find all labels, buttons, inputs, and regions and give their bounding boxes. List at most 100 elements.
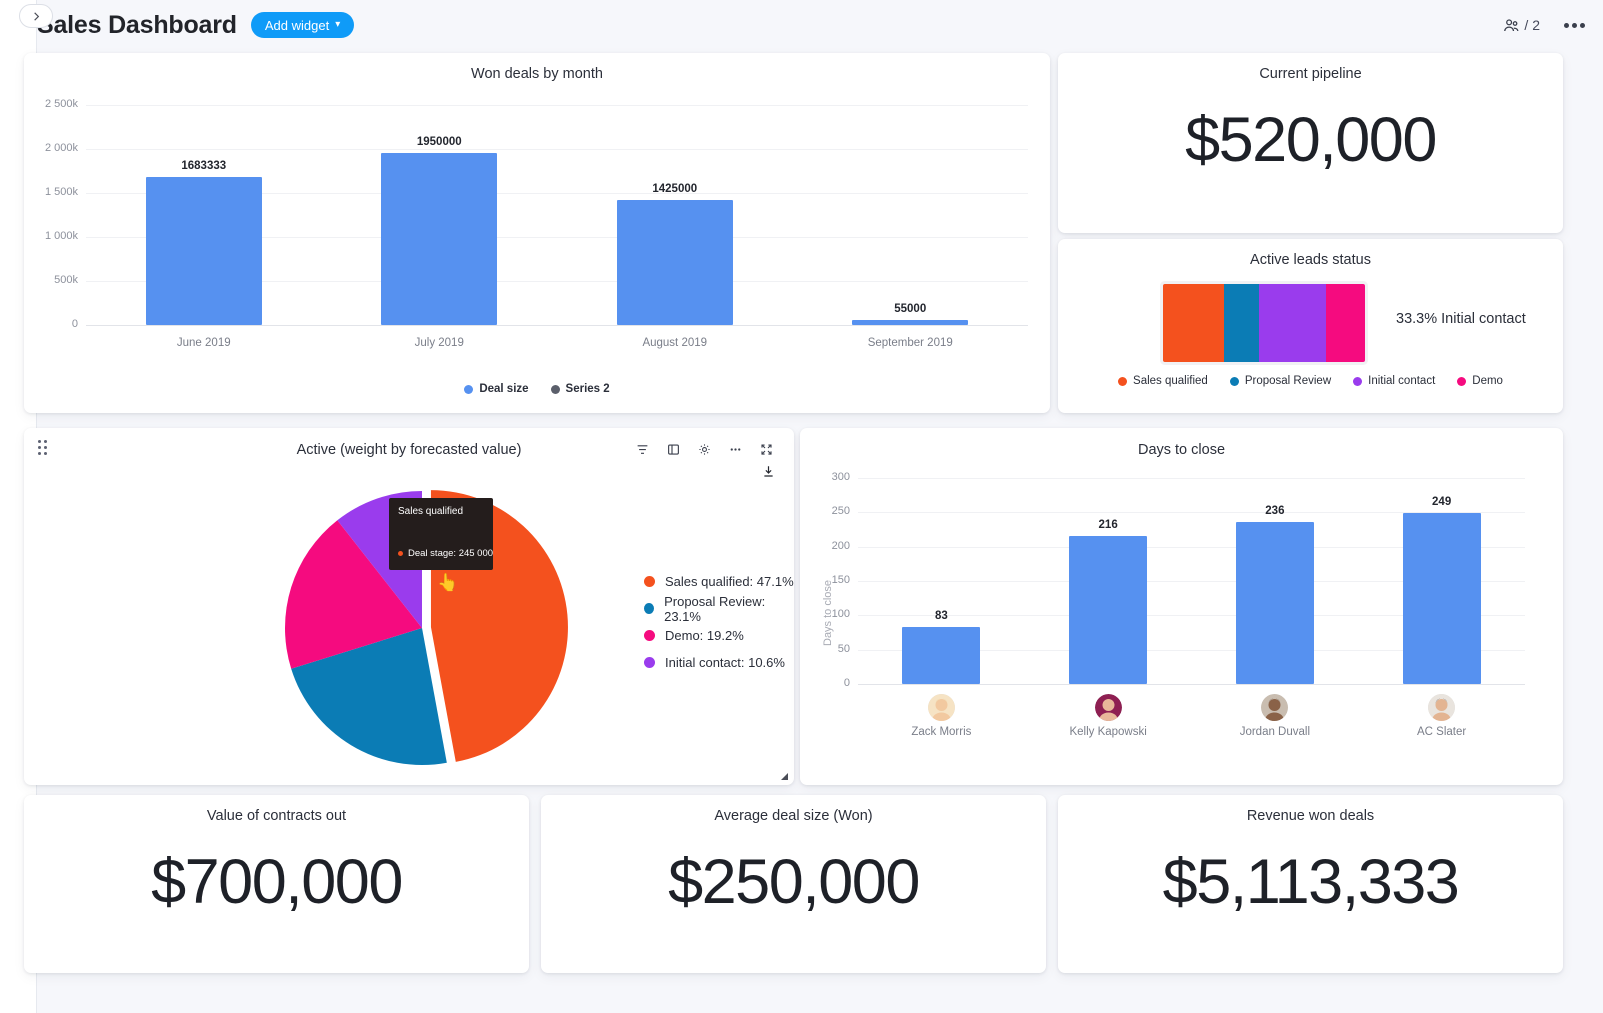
widget-active-leads-status: Active leads status 33.3% Initial contac…	[1058, 239, 1563, 413]
x-axis-category-label: Kelly Kapowski	[1018, 726, 1198, 738]
widget-title: Days to close	[800, 428, 1563, 458]
widget-title: Average deal size (Won)	[541, 795, 1046, 824]
y-axis-tick: 0	[30, 318, 78, 330]
leads-segment-2[interactable]	[1224, 284, 1259, 362]
leads-segment-4[interactable]	[1326, 284, 1365, 362]
won-deals-chart: 0500k1 000k1 500k2 000k2 500k1683333June…	[24, 83, 1050, 373]
x-axis-category-label: August 2019	[585, 337, 765, 349]
bar[interactable]	[1403, 513, 1481, 684]
x-axis-category-label: Jordan Duvall	[1185, 726, 1365, 738]
filter-icon[interactable]	[629, 436, 656, 463]
bar-value-label: 83	[881, 610, 1001, 622]
widget-resize-handle[interactable]	[780, 772, 788, 780]
widget-title: Revenue won deals	[1058, 795, 1563, 824]
sidebar-expand-button[interactable]	[19, 4, 53, 28]
legend-label: Deal size	[479, 383, 528, 395]
legend-swatch	[644, 630, 655, 641]
people-icon	[1502, 16, 1521, 35]
x-axis-category-label: June 2019	[114, 337, 294, 349]
bar[interactable]	[146, 177, 262, 325]
kpi-value: $700,000	[24, 846, 529, 918]
leads-annotation: 33.3% Initial contact	[1396, 311, 1526, 327]
stacked-leads-bar[interactable]	[1163, 284, 1365, 362]
bar[interactable]	[902, 627, 980, 684]
grid-line	[86, 149, 1028, 150]
grid-line	[86, 105, 1028, 106]
ellipsis-dot	[1580, 23, 1585, 28]
kpi-value: $520,000	[1058, 104, 1563, 176]
bar[interactable]	[381, 153, 497, 325]
widget-title: Current pipeline	[1058, 53, 1563, 82]
add-widget-button[interactable]: Add widget ▾	[251, 12, 354, 38]
legend-swatch	[644, 603, 654, 614]
widget-value-of-contracts: Value of contracts out $700,000	[24, 795, 529, 973]
download-icon[interactable]	[761, 464, 776, 484]
bar-value-label: 216	[1048, 519, 1168, 531]
widget-revenue-won-deals: Revenue won deals $5,113,333	[1058, 795, 1563, 973]
legend-swatch	[1457, 377, 1466, 386]
header-actions: / 2	[1502, 16, 1585, 35]
axis-line	[86, 325, 1028, 326]
axis-line	[858, 684, 1525, 685]
y-axis-tick: 0	[806, 677, 850, 689]
y-axis-tick: 1 500k	[30, 186, 78, 198]
members-count: / 2	[1524, 17, 1540, 33]
y-axis-tick: 2 500k	[30, 98, 78, 110]
bar[interactable]	[1236, 522, 1314, 684]
pie-legend-item[interactable]: Sales qualified: 47.1%	[644, 568, 794, 595]
ellipsis-dot	[1572, 23, 1577, 28]
pie-legend-item[interactable]: Initial contact: 10.6%	[644, 649, 794, 676]
avatar	[1095, 694, 1122, 721]
tooltip-title: Sales qualified	[398, 506, 484, 517]
board-menu-button[interactable]	[1564, 23, 1585, 28]
panel-icon[interactable]	[660, 436, 687, 463]
avatar	[1428, 694, 1455, 721]
leads-segment-1[interactable]	[1163, 284, 1224, 362]
legend-item[interactable]: Initial contact	[1353, 375, 1435, 387]
widget-drag-handle[interactable]	[38, 440, 52, 456]
x-axis-category-label: September 2019	[820, 337, 1000, 349]
ellipsis-icon[interactable]	[722, 436, 749, 463]
tooltip-swatch	[398, 551, 403, 556]
widget-current-pipeline: Current pipeline $520,000	[1058, 53, 1563, 233]
y-axis-tick: 300	[806, 471, 850, 483]
legend-swatch	[1353, 377, 1362, 386]
bar-value-label: 1425000	[605, 183, 745, 195]
days-to-close-chart: 05010015020025030083Zack Morris216Kelly …	[800, 456, 1563, 776]
legend-item[interactable]: Proposal Review	[1230, 375, 1331, 387]
legend-swatch	[1230, 377, 1239, 386]
bar[interactable]	[852, 320, 968, 325]
won-deals-legend: Deal size Series 2	[24, 383, 1050, 395]
legend-item[interactable]: Demo	[1457, 375, 1503, 387]
bar[interactable]	[1069, 536, 1147, 684]
x-axis-category-label: Zack Morris	[851, 726, 1031, 738]
legend-swatch	[1118, 377, 1127, 386]
pie-legend-item[interactable]: Demo: 19.2%	[644, 622, 794, 649]
gear-icon[interactable]	[691, 436, 718, 463]
bar[interactable]	[617, 200, 733, 325]
y-axis-tick: 150	[806, 574, 850, 586]
legend-item[interactable]: Sales qualified	[1118, 375, 1208, 387]
expand-icon[interactable]	[753, 436, 780, 463]
page-title: Sales Dashboard	[37, 11, 237, 40]
x-axis-category-label: AC Slater	[1352, 726, 1532, 738]
pie-legend-item[interactable]: Proposal Review: 23.1%	[644, 595, 794, 622]
pie-tooltip: Sales qualified Deal stage: 245 000	[389, 498, 493, 570]
widget-title: Value of contracts out	[24, 795, 529, 824]
legend-item-deal-size[interactable]: Deal size	[464, 383, 528, 395]
mouse-cursor-icon: 👆	[437, 573, 458, 593]
tooltip-value: Deal stage: 245 000	[408, 548, 493, 559]
y-axis-tick: 500k	[30, 274, 78, 286]
leads-segment-3[interactable]	[1259, 284, 1326, 362]
grid-line	[858, 478, 1525, 479]
legend-label: Proposal Review	[1245, 375, 1331, 387]
legend-label: Initial contact	[1368, 375, 1435, 387]
legend-item-series-2[interactable]: Series 2	[551, 383, 610, 395]
legend-label: Sales qualified: 47.1%	[665, 574, 794, 589]
legend-label: Demo: 19.2%	[665, 628, 744, 643]
y-axis-tick: 2 000k	[30, 142, 78, 154]
legend-label: Proposal Review: 23.1%	[664, 594, 794, 624]
board-members-button[interactable]: / 2	[1502, 16, 1540, 35]
bar-value-label: 236	[1215, 505, 1335, 517]
legend-swatch	[644, 657, 655, 668]
